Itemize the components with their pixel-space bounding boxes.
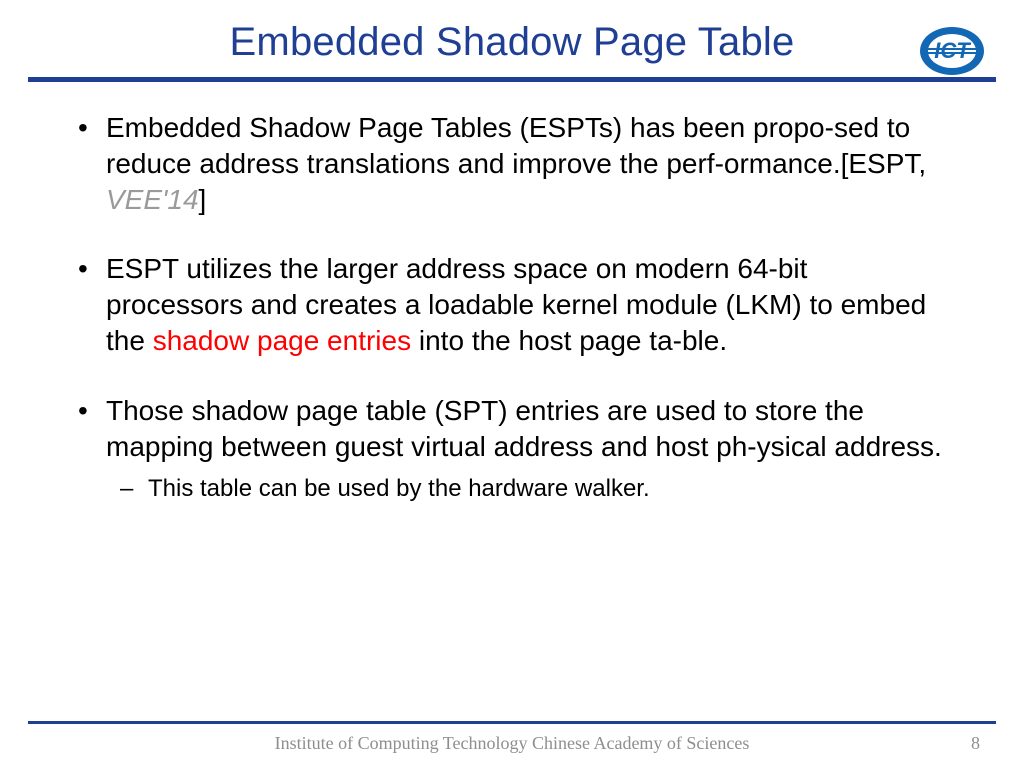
slide-header: Embedded Shadow Page Table ICT bbox=[0, 0, 1024, 65]
page-number: 8 bbox=[971, 733, 980, 754]
footer-divider bbox=[28, 721, 996, 724]
bullet-item: ESPT utilizes the larger address space o… bbox=[72, 251, 952, 358]
bullet-item: Embedded Shadow Page Tables (ESPTs) has … bbox=[72, 110, 952, 217]
bullet-text: Those shadow page table (SPT) entries ar… bbox=[106, 395, 942, 462]
sub-bullet-text: This table can be used by the hardware w… bbox=[148, 475, 650, 502]
sub-bullet-item: This table can be used by the hardware w… bbox=[106, 473, 952, 504]
slide-body: Embedded Shadow Page Tables (ESPTs) has … bbox=[0, 82, 1024, 504]
bullet-text: Embedded Shadow Page Tables (ESPTs) has … bbox=[106, 112, 926, 179]
ict-logo-icon: ICT bbox=[912, 24, 992, 78]
bullet-item: Those shadow page table (SPT) entries ar… bbox=[72, 393, 952, 504]
citation: VEE'14 bbox=[106, 184, 199, 215]
bullet-text: ] bbox=[199, 184, 207, 215]
sub-bullet-list: This table can be used by the hardware w… bbox=[106, 473, 952, 504]
svg-text:ICT: ICT bbox=[934, 38, 971, 63]
footer-text: Institute of Computing Technology Chines… bbox=[0, 733, 1024, 754]
slide: Embedded Shadow Page Table ICT Embedded … bbox=[0, 0, 1024, 768]
highlight-text: shadow page entries bbox=[153, 325, 411, 356]
bullet-list: Embedded Shadow Page Tables (ESPTs) has … bbox=[72, 110, 952, 504]
slide-title: Embedded Shadow Page Table bbox=[70, 20, 954, 65]
bullet-text: into the host page ta-ble. bbox=[411, 325, 727, 356]
